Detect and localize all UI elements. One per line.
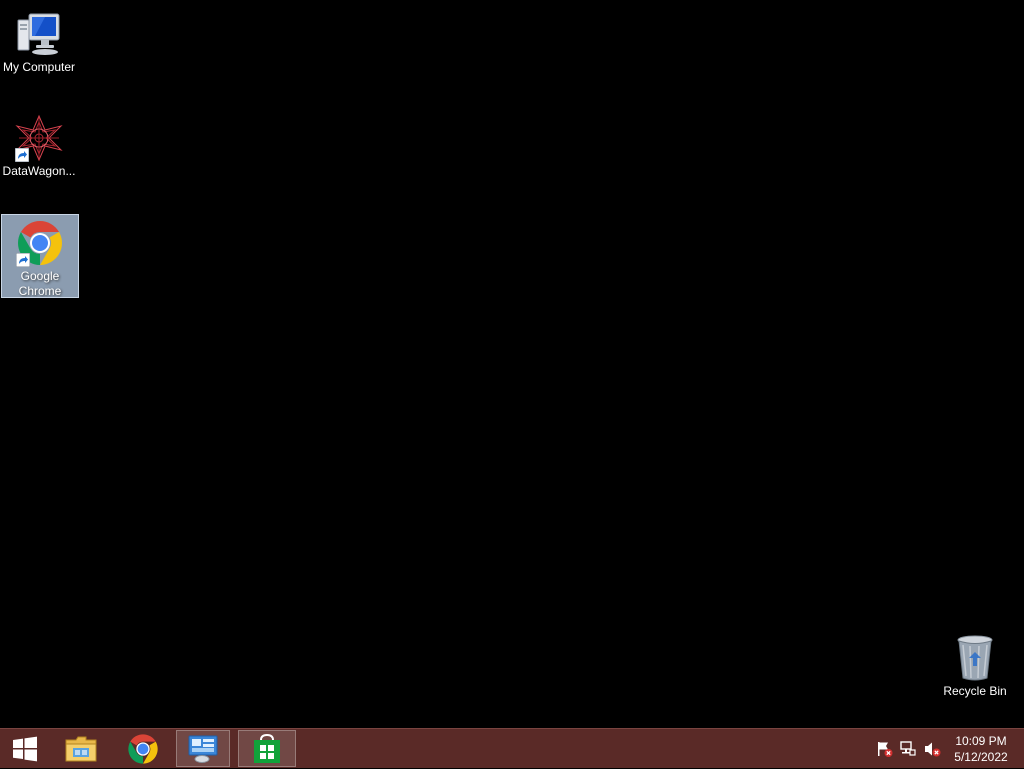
recycle-bin-icon [951,634,999,682]
desktop[interactable]: My Computer DataWagon... Google Chrome R… [0,0,1024,728]
taskbar-store-button[interactable] [238,730,296,767]
volume-muted-icon[interactable] [923,740,941,758]
desktop-icon-label: My Computer [2,60,76,74]
network-icon[interactable] [899,740,917,758]
desktop-icon-google-chrome[interactable]: Google Chrome [1,214,79,298]
desktop-icon-label: DataWagon... [2,164,76,178]
chrome-icon [128,733,158,764]
clock-date: 5/12/2022 [954,750,1008,764]
taskbar-chrome-button[interactable] [120,730,166,767]
action-center-flag-icon[interactable] [875,740,893,758]
desktop-icon-datawagon[interactable]: DataWagon... [0,110,78,179]
taskbar: 10:09 PM 5/12/2022 [0,728,1024,768]
start-button[interactable] [4,730,46,767]
store-icon [254,733,280,763]
desktop-icon-my-computer[interactable]: My Computer [0,6,78,75]
desktop-icon-recycle-bin[interactable]: Recycle Bin [936,630,1014,699]
clock-time: 10:09 PM [955,734,1007,748]
windows-start-icon [13,736,37,761]
taskbar-server-manager-button[interactable] [176,730,230,767]
taskbar-clock[interactable]: 10:09 PM 5/12/2022 [946,733,1016,765]
desktop-icon-label: Google Chrome [18,269,62,297]
shortcut-arrow-icon [16,253,30,267]
folder-icon [65,736,97,761]
taskbar-file-explorer-button[interactable] [58,730,104,767]
datawagon-icon [15,114,63,162]
desktop-icon-label: Recycle Bin [943,684,1007,698]
chrome-icon [16,219,64,267]
shortcut-arrow-icon [15,148,29,162]
server-manager-icon [188,735,218,763]
computer-icon [15,10,63,58]
system-tray [872,729,944,769]
